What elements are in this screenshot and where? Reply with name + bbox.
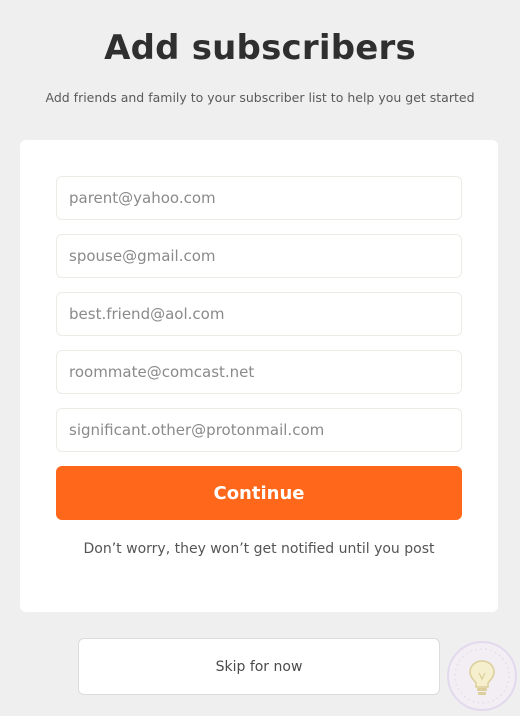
page-title: Add subscribers (104, 28, 416, 68)
email-field-1[interactable] (56, 176, 462, 220)
email-field-4[interactable] (56, 350, 462, 394)
email-field-2[interactable] (56, 234, 462, 278)
page-subtitle: Add friends and family to your subscribe… (45, 90, 475, 105)
skip-button[interactable]: Skip for now (78, 638, 440, 695)
lightbulb-icon (454, 648, 510, 704)
email-field-5[interactable] (56, 408, 462, 452)
lightbulb-badge[interactable] (447, 641, 517, 711)
notification-note: Don’t worry, they won’t get notified unt… (83, 541, 435, 557)
subscriber-form-card: Continue Don’t worry, they won’t get not… (20, 140, 498, 612)
continue-button[interactable]: Continue (56, 466, 462, 520)
email-field-3[interactable] (56, 292, 462, 336)
